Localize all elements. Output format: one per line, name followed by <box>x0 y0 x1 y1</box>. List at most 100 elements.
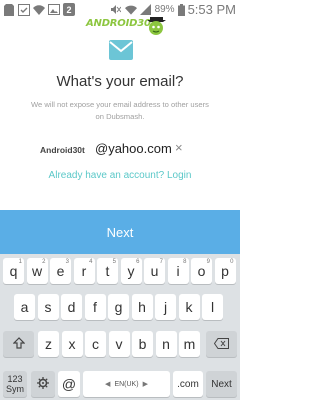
clear-icon[interactable]: × <box>175 140 183 155</box>
notification-count-icon: 2 <box>63 3 75 16</box>
key-a[interactable]: a <box>14 294 35 320</box>
key-label: g <box>114 299 123 315</box>
key-label: p <box>221 263 229 279</box>
key-label: i <box>176 263 180 279</box>
key-j[interactable]: j <box>155 294 176 320</box>
key-label: k <box>185 299 193 315</box>
key-alt-label: 2 <box>42 259 46 265</box>
dotcom-key[interactable]: .com <box>173 371 203 397</box>
key-o[interactable]: o9 <box>191 258 212 284</box>
next-key[interactable]: Next <box>206 371 237 397</box>
key-f[interactable]: f <box>84 294 106 320</box>
key-l[interactable]: l <box>202 294 223 320</box>
key-label: w <box>31 263 43 279</box>
key-k[interactable]: k <box>178 294 200 320</box>
space-key-label: EN(UK) <box>114 380 139 388</box>
key-label: f <box>93 299 97 315</box>
key-label: z <box>45 336 52 352</box>
key-b[interactable]: b <box>132 331 153 357</box>
clock: 5:53 PM <box>187 2 236 17</box>
key-label: y <box>127 263 135 279</box>
key-p[interactable]: p0 <box>214 258 236 284</box>
key-e[interactable]: e3 <box>50 258 71 284</box>
key-label: c <box>92 336 99 352</box>
key-n[interactable]: n <box>155 331 177 357</box>
page-title: What's your email? <box>56 73 184 90</box>
settings-key[interactable] <box>31 371 55 397</box>
key-y[interactable]: y6 <box>120 258 142 284</box>
key-s[interactable]: s <box>37 294 59 320</box>
image-icon <box>48 3 60 16</box>
key-c[interactable]: c <box>85 331 106 357</box>
robot-mascot-icon <box>145 16 167 38</box>
next-button[interactable]: Next <box>0 210 240 254</box>
dotcom-key-label: .com <box>177 378 199 390</box>
email-username: Android30t <box>40 145 85 155</box>
sym-key-top: 123 <box>7 374 23 384</box>
at-key[interactable]: @ <box>58 371 80 397</box>
key-m[interactable]: m <box>179 331 200 357</box>
notification-icons: 2 <box>3 3 75 16</box>
key-u[interactable]: u7 <box>144 258 165 284</box>
shift-icon <box>12 336 25 352</box>
key-label: h <box>138 299 146 315</box>
email-domain: @yahoo.com <box>95 141 172 156</box>
key-label: a <box>20 299 29 315</box>
key-label: v <box>115 336 123 352</box>
key-r[interactable]: r4 <box>73 258 95 284</box>
key-h[interactable]: h <box>131 294 153 320</box>
key-q[interactable]: q1 <box>3 258 24 284</box>
sd-card-icon <box>3 3 15 16</box>
key-g[interactable]: g <box>108 294 129 320</box>
key-z[interactable]: z <box>38 331 59 357</box>
key-label: r <box>81 263 87 279</box>
sym-key[interactable]: 123 Sym <box>3 371 27 397</box>
status-bar: 2 89% 5:53 PM <box>0 0 240 20</box>
key-alt-label: 5 <box>112 259 116 265</box>
at-key-label: @ <box>61 376 77 392</box>
key-alt-label: 9 <box>206 259 210 265</box>
battery-percent: 89% <box>154 4 175 15</box>
key-label: q <box>9 263 18 279</box>
backspace-icon <box>213 336 229 352</box>
privacy-note: We will not expose your email address to… <box>31 100 209 121</box>
backspace-key[interactable] <box>206 331 237 357</box>
signal-icon <box>140 3 152 16</box>
wifi-icon <box>124 3 137 16</box>
key-label: l <box>210 299 215 315</box>
key-label: b <box>138 336 147 352</box>
key-alt-label: 6 <box>136 259 140 265</box>
key-label: n <box>162 336 170 352</box>
keyboard: 123 Sym @ ◀ EN(UK) ▶ .com Next q1w2e3r4t… <box>0 254 240 400</box>
key-i[interactable]: i8 <box>167 258 189 284</box>
key-v[interactable]: v <box>108 331 130 357</box>
space-right-arrow-icon: ▶ <box>142 381 148 388</box>
key-label: t <box>105 263 110 279</box>
sym-key-bottom: Sym <box>6 384 24 394</box>
key-alt-label: 8 <box>183 259 187 265</box>
mute-icon <box>110 3 122 16</box>
shift-key[interactable] <box>3 331 34 357</box>
system-icons: 89% 5:53 PM <box>110 2 236 17</box>
next-button-label: Next <box>106 224 134 240</box>
wifi-settings-icon <box>33 3 45 16</box>
key-label: d <box>67 299 76 315</box>
key-label: e <box>56 263 65 279</box>
key-alt-label: 1 <box>18 259 22 265</box>
space-key[interactable]: ◀ EN(UK) ▶ <box>83 371 170 397</box>
battery-icon <box>177 3 185 16</box>
key-label: j <box>163 299 168 315</box>
key-alt-label: 0 <box>230 259 234 265</box>
login-link[interactable]: Already have an account? Login <box>0 170 240 181</box>
key-label: m <box>183 336 196 352</box>
key-w[interactable]: w2 <box>26 258 48 284</box>
settings-icon <box>37 376 49 392</box>
key-x[interactable]: x <box>61 331 83 357</box>
key-d[interactable]: d <box>61 294 82 320</box>
space-left-arrow-icon: ◀ <box>105 381 111 388</box>
mail-icon <box>109 40 133 60</box>
next-key-label: Next <box>211 378 232 390</box>
key-alt-label: 3 <box>65 259 69 265</box>
email-field[interactable]: Android30t @yahoo.com × <box>0 140 240 160</box>
key-t[interactable]: t5 <box>97 258 118 284</box>
